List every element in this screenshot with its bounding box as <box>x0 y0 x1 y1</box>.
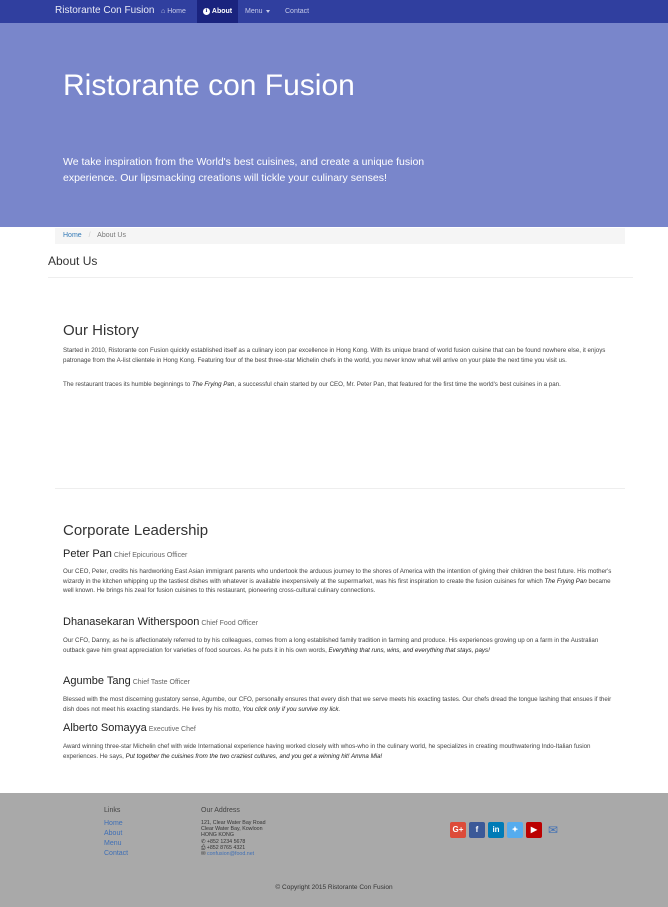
footer-address-heading: Our Address <box>201 807 240 814</box>
phone-icon: ✆ <box>201 838 206 845</box>
facebook-icon[interactable]: f <box>469 822 485 838</box>
nav-menu-dropdown[interactable]: Menu <box>238 0 278 23</box>
linkedin-icon[interactable]: in <box>488 822 504 838</box>
nav-menu-label: Menu <box>245 8 263 15</box>
leadership-heading: Corporate Leadership <box>63 522 209 539</box>
jumbotron: Ristorante con Fusion We take inspiratio… <box>0 23 668 227</box>
footer-links-heading: Links <box>104 807 121 814</box>
leader-name: Peter Pan Chief Epicurious Officer <box>63 548 188 560</box>
navbar: Ristorante Con Fusion ⌂ Home i About Men… <box>0 0 668 23</box>
leader-bio: Blessed with the most discerning gustato… <box>63 696 612 713</box>
nav-about[interactable]: i About <box>197 0 238 23</box>
fax-icon: ⎙ <box>201 844 206 851</box>
breadcrumb-home[interactable]: Home <box>63 232 82 239</box>
nav-home-label: Home <box>167 8 186 15</box>
google-plus-icon[interactable]: G+ <box>450 822 466 838</box>
divider <box>48 277 633 278</box>
footer-link-about[interactable]: About <box>104 830 122 837</box>
footer-link-home[interactable]: Home <box>104 820 123 827</box>
leader-role: Chief Taste Officer <box>132 679 191 686</box>
jumbotron-title: Ristorante con Fusion <box>63 69 355 102</box>
leader-bio: Award winning three-star Michelin chef w… <box>63 743 591 760</box>
nav-contact-label: Contact <box>285 8 310 15</box>
nav-about-label: About <box>211 8 233 15</box>
caret-down-icon <box>265 10 270 13</box>
twitter-icon[interactable]: ✦ <box>507 822 523 838</box>
info-icon: i <box>202 8 210 15</box>
email-link[interactable]: confusion@food.net <box>207 851 254 857</box>
history-paragraph-1: Started in 2010, Ristorante con Fusion q… <box>63 347 606 364</box>
history-heading: Our History <box>63 322 139 339</box>
leader-role: Chief Food Officer <box>201 620 259 627</box>
breadcrumb: Home / About Us <box>55 228 625 244</box>
leader-name: Alberto Somayya Executive Chef <box>63 722 196 734</box>
copyright: © Copyright 2015 Ristorante Con Fusion <box>275 884 393 891</box>
page-title: About Us <box>48 254 98 268</box>
leader-name: Agumbe Tang Chief Taste Officer <box>63 675 191 687</box>
breadcrumb-separator: / <box>88 232 91 239</box>
footer-link-menu[interactable]: Menu <box>104 840 122 847</box>
jumbotron-tagline: We take inspiration from the World's bes… <box>63 156 425 184</box>
breadcrumb-current: About Us <box>97 232 126 239</box>
mail-icon[interactable]: ✉ <box>545 822 561 838</box>
leader-bio: Our CEO, Peter, credits his hardworking … <box>63 568 612 594</box>
history-paragraph-2: The restaurant traces its humble beginni… <box>63 381 561 388</box>
fax-number: +852 8765 4321 <box>206 844 246 851</box>
leader-name: Dhanasekaran Witherspoon Chief Food Offic… <box>63 616 259 628</box>
history-emphasis: The Frying Pan <box>191 381 235 388</box>
nav-home[interactable]: ⌂ Home <box>156 0 196 23</box>
navbar-brand[interactable]: Ristorante Con Fusion <box>55 5 155 16</box>
nav-contact[interactable]: Contact <box>278 0 318 23</box>
home-icon: ⌂ <box>161 8 166 15</box>
leader-role: Executive Chef <box>148 726 196 733</box>
youtube-icon[interactable]: ▶ <box>526 822 542 838</box>
leader-role: Chief Epicurious Officer <box>113 552 188 559</box>
leader-bio: Our CFO, Danny, as he is affectionately … <box>63 637 599 654</box>
address-block: 121, Clear Water Bay Road Clear Water Ba… <box>201 820 266 858</box>
footer-link-contact[interactable]: Contact <box>104 850 128 857</box>
phone-number: +852 1234 5678 <box>206 838 246 845</box>
envelope-icon: ✉ <box>201 851 206 858</box>
divider <box>55 488 625 489</box>
